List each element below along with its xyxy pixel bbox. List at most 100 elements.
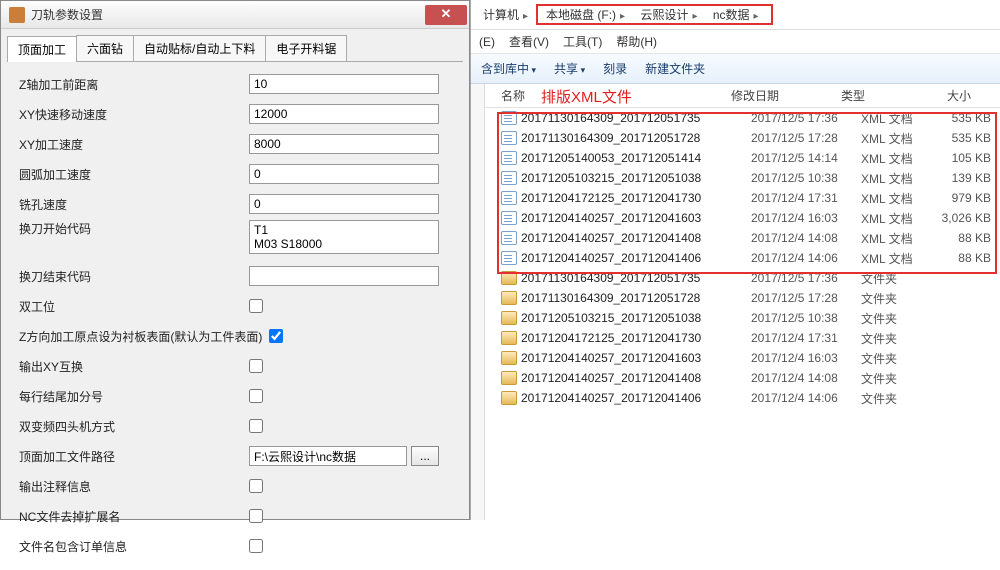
- col-type[interactable]: 类型: [841, 87, 911, 104]
- label-out-note: 输出注释信息: [19, 478, 249, 495]
- file-date: 2017/12/5 14:14: [751, 151, 861, 165]
- file-name: 20171204140257_201712041408: [521, 231, 751, 245]
- file-type: XML 文档: [861, 110, 931, 127]
- xml-file-icon: [501, 211, 517, 225]
- file-name: 20171204140257_201712041603: [521, 351, 751, 365]
- folder-icon: [501, 291, 517, 305]
- file-type: 文件夹: [861, 290, 931, 307]
- dialog-titlebar[interactable]: 刀轨参数设置 ✕: [1, 1, 469, 29]
- file-row[interactable]: 20171204140257_2017120416032017/12/4 16:…: [485, 348, 1000, 368]
- crumb-folder2[interactable]: nc数据: [709, 6, 767, 24]
- file-name: 20171205103215_201712051038: [521, 311, 751, 325]
- dialog-title: 刀轨参数设置: [31, 6, 425, 23]
- input-xy-rapid[interactable]: [249, 104, 439, 124]
- file-row[interactable]: 20171204140257_2017120414062017/12/4 14:…: [485, 388, 1000, 408]
- file-row[interactable]: 20171204140257_2017120416032017/12/4 16:…: [485, 208, 1000, 228]
- check-z-origin[interactable]: [269, 329, 283, 343]
- tab-esaw[interactable]: 电子开料锯: [265, 35, 347, 61]
- folder-icon: [501, 331, 517, 345]
- label-z-before: Z轴加工前距离: [19, 76, 249, 93]
- close-button[interactable]: ✕: [425, 5, 467, 25]
- browse-button[interactable]: ...: [411, 446, 439, 466]
- check-semi[interactable]: [249, 389, 263, 403]
- file-row[interactable]: 20171205103215_2017120510382017/12/5 10:…: [485, 168, 1000, 188]
- file-date: 2017/12/5 17:28: [751, 131, 861, 145]
- file-date: 2017/12/5 10:38: [751, 171, 861, 185]
- xml-file-icon: [501, 171, 517, 185]
- file-row[interactable]: 20171204172125_2017120417302017/12/4 17:…: [485, 188, 1000, 208]
- label-xy-rapid: XY快速移动速度: [19, 106, 249, 123]
- crumb-computer[interactable]: 计算机: [479, 4, 536, 25]
- check-dual-station[interactable]: [249, 299, 263, 313]
- xml-file-icon: [501, 131, 517, 145]
- input-bore-feed[interactable]: [249, 194, 439, 214]
- tab-top-machining[interactable]: 顶面加工: [7, 36, 77, 62]
- col-size[interactable]: 大小: [911, 87, 971, 104]
- label-dual-station: 双工位: [19, 298, 249, 315]
- file-type: XML 文档: [861, 190, 931, 207]
- label-tool-start: 换刀开始代码: [19, 220, 249, 237]
- label-fname-order: 文件名包含订单信息: [19, 538, 249, 555]
- nav-pane[interactable]: [471, 84, 485, 520]
- label-xy-swap: 输出XY互换: [19, 358, 249, 375]
- file-date: 2017/12/4 14:08: [751, 231, 861, 245]
- tab-auto-label[interactable]: 自动贴标/自动上下料: [133, 35, 266, 61]
- file-name: 20171204140257_201712041406: [521, 251, 751, 265]
- file-name: 20171204172125_201712041730: [521, 191, 751, 205]
- check-out-note[interactable]: [249, 479, 263, 493]
- file-row[interactable]: 20171204140257_2017120414082017/12/4 14:…: [485, 228, 1000, 248]
- file-row[interactable]: 20171130164309_2017120517282017/12/5 17:…: [485, 128, 1000, 148]
- menu-help[interactable]: 帮助(H): [616, 33, 657, 50]
- file-row[interactable]: 20171205103215_2017120510382017/12/5 10:…: [485, 308, 1000, 328]
- xml-file-icon: [501, 191, 517, 205]
- file-row[interactable]: 20171205140053_2017120514142017/12/5 14:…: [485, 148, 1000, 168]
- file-size: 3,026 KB: [931, 211, 991, 225]
- column-headers[interactable]: 名称 修改日期 类型 大小 排版XML文件: [485, 84, 1000, 108]
- file-name: 20171130164309_201712051735: [521, 271, 751, 285]
- input-arc-feed[interactable]: [249, 164, 439, 184]
- file-date: 2017/12/4 16:03: [751, 351, 861, 365]
- col-date[interactable]: 修改日期: [731, 87, 841, 104]
- folder-icon: [501, 391, 517, 405]
- file-list-pane[interactable]: 名称 修改日期 类型 大小 排版XML文件 20171130164309_201…: [485, 84, 1000, 520]
- check-fname-order[interactable]: [249, 539, 263, 553]
- folder-icon: [501, 271, 517, 285]
- check-xy-swap[interactable]: [249, 359, 263, 373]
- tool-newfolder[interactable]: 新建文件夹: [645, 60, 705, 77]
- input-tool-start[interactable]: T1 M03 S18000: [249, 220, 439, 254]
- file-name: 20171204172125_201712041730: [521, 331, 751, 345]
- input-z-before[interactable]: [249, 74, 439, 94]
- menu-edit[interactable]: (E): [479, 35, 495, 49]
- file-type: XML 文档: [861, 170, 931, 187]
- file-name: 20171204140257_201712041406: [521, 391, 751, 405]
- file-row[interactable]: 20171130164309_2017120517352017/12/5 17:…: [485, 108, 1000, 128]
- menu-view[interactable]: 查看(V): [509, 33, 549, 50]
- file-name: 20171130164309_201712051735: [521, 111, 751, 125]
- file-size: 535 KB: [931, 131, 991, 145]
- file-date: 2017/12/5 17:28: [751, 291, 861, 305]
- input-tool-end[interactable]: [249, 266, 439, 286]
- label-nc-noext: NC文件去掉扩展名: [19, 508, 249, 525]
- check-nc-noext[interactable]: [249, 509, 263, 523]
- tool-share[interactable]: 共享: [554, 60, 585, 77]
- file-date: 2017/12/4 17:31: [751, 331, 861, 345]
- file-row[interactable]: 20171204140257_2017120414082017/12/4 14:…: [485, 368, 1000, 388]
- label-z-origin: Z方向加工原点设为衬板表面(默认为工件表面): [19, 328, 269, 345]
- folder-icon: [501, 351, 517, 365]
- crumb-drive[interactable]: 本地磁盘 (F:): [542, 6, 633, 24]
- file-row[interactable]: 20171204172125_2017120417302017/12/4 17:…: [485, 328, 1000, 348]
- tool-include[interactable]: 含到库中: [481, 60, 536, 77]
- tab-six-drill[interactable]: 六面钻: [76, 35, 134, 61]
- xml-file-icon: [501, 151, 517, 165]
- tool-burn[interactable]: 刻录: [603, 60, 627, 77]
- file-row[interactable]: 20171204140257_2017120414062017/12/4 14:…: [485, 248, 1000, 268]
- file-row[interactable]: 20171130164309_2017120517282017/12/5 17:…: [485, 288, 1000, 308]
- file-row[interactable]: 20171130164309_2017120517352017/12/5 17:…: [485, 268, 1000, 288]
- file-size: 105 KB: [931, 151, 991, 165]
- input-xy-feed[interactable]: [249, 134, 439, 154]
- breadcrumb-bar[interactable]: 计算机 本地磁盘 (F:) 云熙设计 nc数据: [471, 0, 1000, 30]
- menu-tools[interactable]: 工具(T): [563, 33, 602, 50]
- check-dual-freq[interactable]: [249, 419, 263, 433]
- crumb-folder1[interactable]: 云熙设计: [636, 6, 705, 24]
- input-top-path[interactable]: [249, 446, 407, 466]
